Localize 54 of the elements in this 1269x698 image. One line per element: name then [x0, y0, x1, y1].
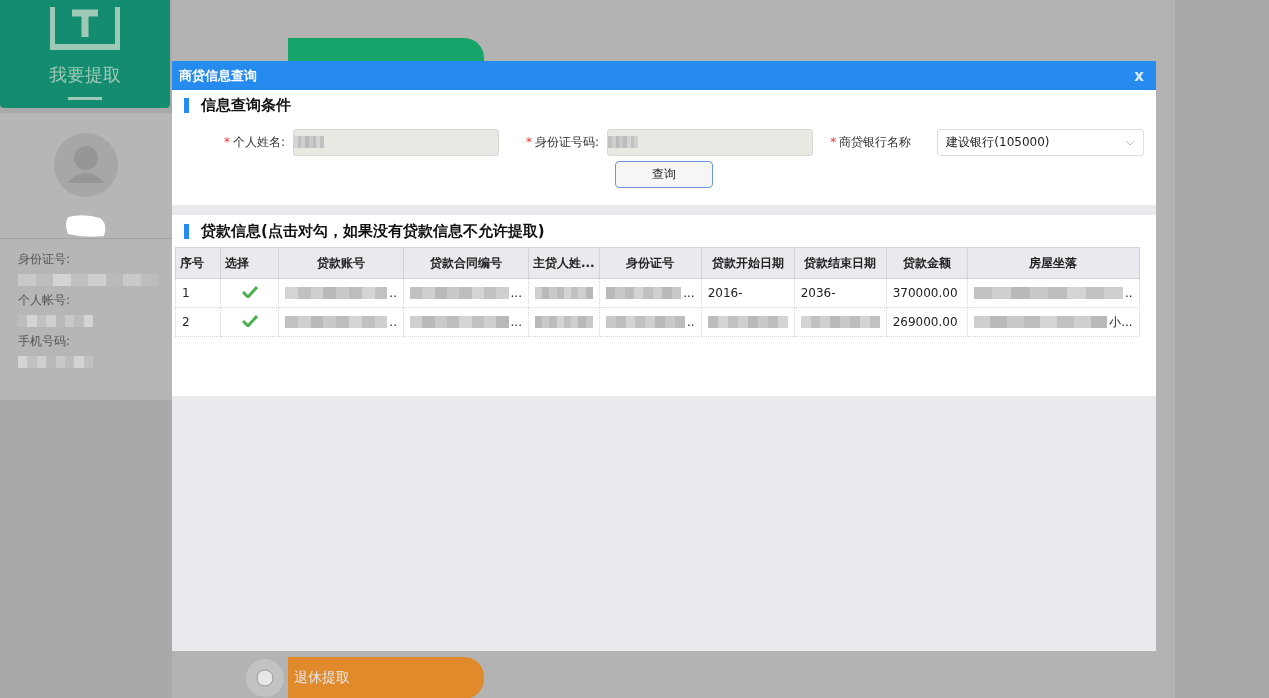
dialog-title: 商贷信息查询 [179, 66, 257, 85]
table-cell: .. [1125, 286, 1133, 300]
card-label: 我要提取 [49, 63, 121, 87]
pixelated-redaction [535, 316, 593, 328]
column-header: 贷款金额 [902, 255, 951, 270]
checkmark-icon[interactable] [241, 314, 258, 327]
column-header: 贷款结束日期 [804, 255, 877, 270]
caret-icon [1125, 139, 1135, 146]
section-marker [184, 98, 189, 113]
table-cell: 2016- [707, 286, 743, 300]
input-field[interactable] [292, 129, 499, 156]
pixelated-redaction [535, 287, 593, 299]
column-header: 序号 [180, 255, 204, 270]
pixelated-redaction [293, 136, 324, 148]
table-cell: 370000.00 [892, 286, 958, 300]
column-header: 选择 [225, 255, 249, 270]
table-cell: 1 [182, 286, 190, 300]
radio-button[interactable] [246, 659, 284, 697]
table-cell: .. [687, 315, 695, 329]
table-cell: .. [389, 286, 397, 300]
column-header: 贷款开始日期 [711, 255, 784, 270]
profile-label: 身份证号: [18, 251, 72, 268]
profile-label: 个人帐号: [18, 292, 72, 309]
redaction-blob [64, 214, 108, 238]
withdraw-card[interactable]: 我要提取 [0, 0, 170, 108]
field-label: * 个人姓名: [222, 134, 285, 151]
field-label: * 身份证号码: [525, 134, 600, 151]
section-title: 信息查询条件 [201, 96, 291, 115]
table-cell: .. [389, 315, 397, 329]
table-cell: ... [510, 286, 522, 300]
profile-label: 手机号码: [18, 333, 72, 350]
section-title: 贷款信息(点击对勾，如果没有贷款信息不允许提取) [201, 222, 545, 241]
option-pill[interactable]: 退休提取 [288, 657, 484, 698]
close-button[interactable]: x [1132, 66, 1146, 85]
avatar-icon [54, 133, 118, 197]
column-header: 贷款合同编号 [430, 255, 502, 270]
checkmark-icon[interactable] [241, 285, 258, 298]
table-cell: 小... [1109, 313, 1133, 331]
column-header: 房屋坐落 [1029, 255, 1078, 270]
document-icon [50, 7, 120, 51]
table-cell: 2036- [800, 286, 836, 300]
query-button[interactable]: 查询 [615, 161, 713, 188]
table-cell: ... [683, 286, 695, 300]
table-cell: 2 [182, 315, 190, 329]
pixelated-redaction [608, 136, 639, 148]
column-header: 贷款账号 [317, 255, 365, 270]
field-label: * 商贷银行名称 [829, 134, 912, 151]
column-header: 主贷人姓... [533, 255, 595, 270]
input-field[interactable] [607, 129, 813, 156]
table-cell: ... [510, 315, 522, 329]
table-cell: 269000.00 [892, 315, 958, 329]
bank-select[interactable]: 建设银行(105000) [937, 129, 1144, 156]
section-marker [184, 224, 189, 239]
column-header: 身份证号 [626, 255, 675, 270]
